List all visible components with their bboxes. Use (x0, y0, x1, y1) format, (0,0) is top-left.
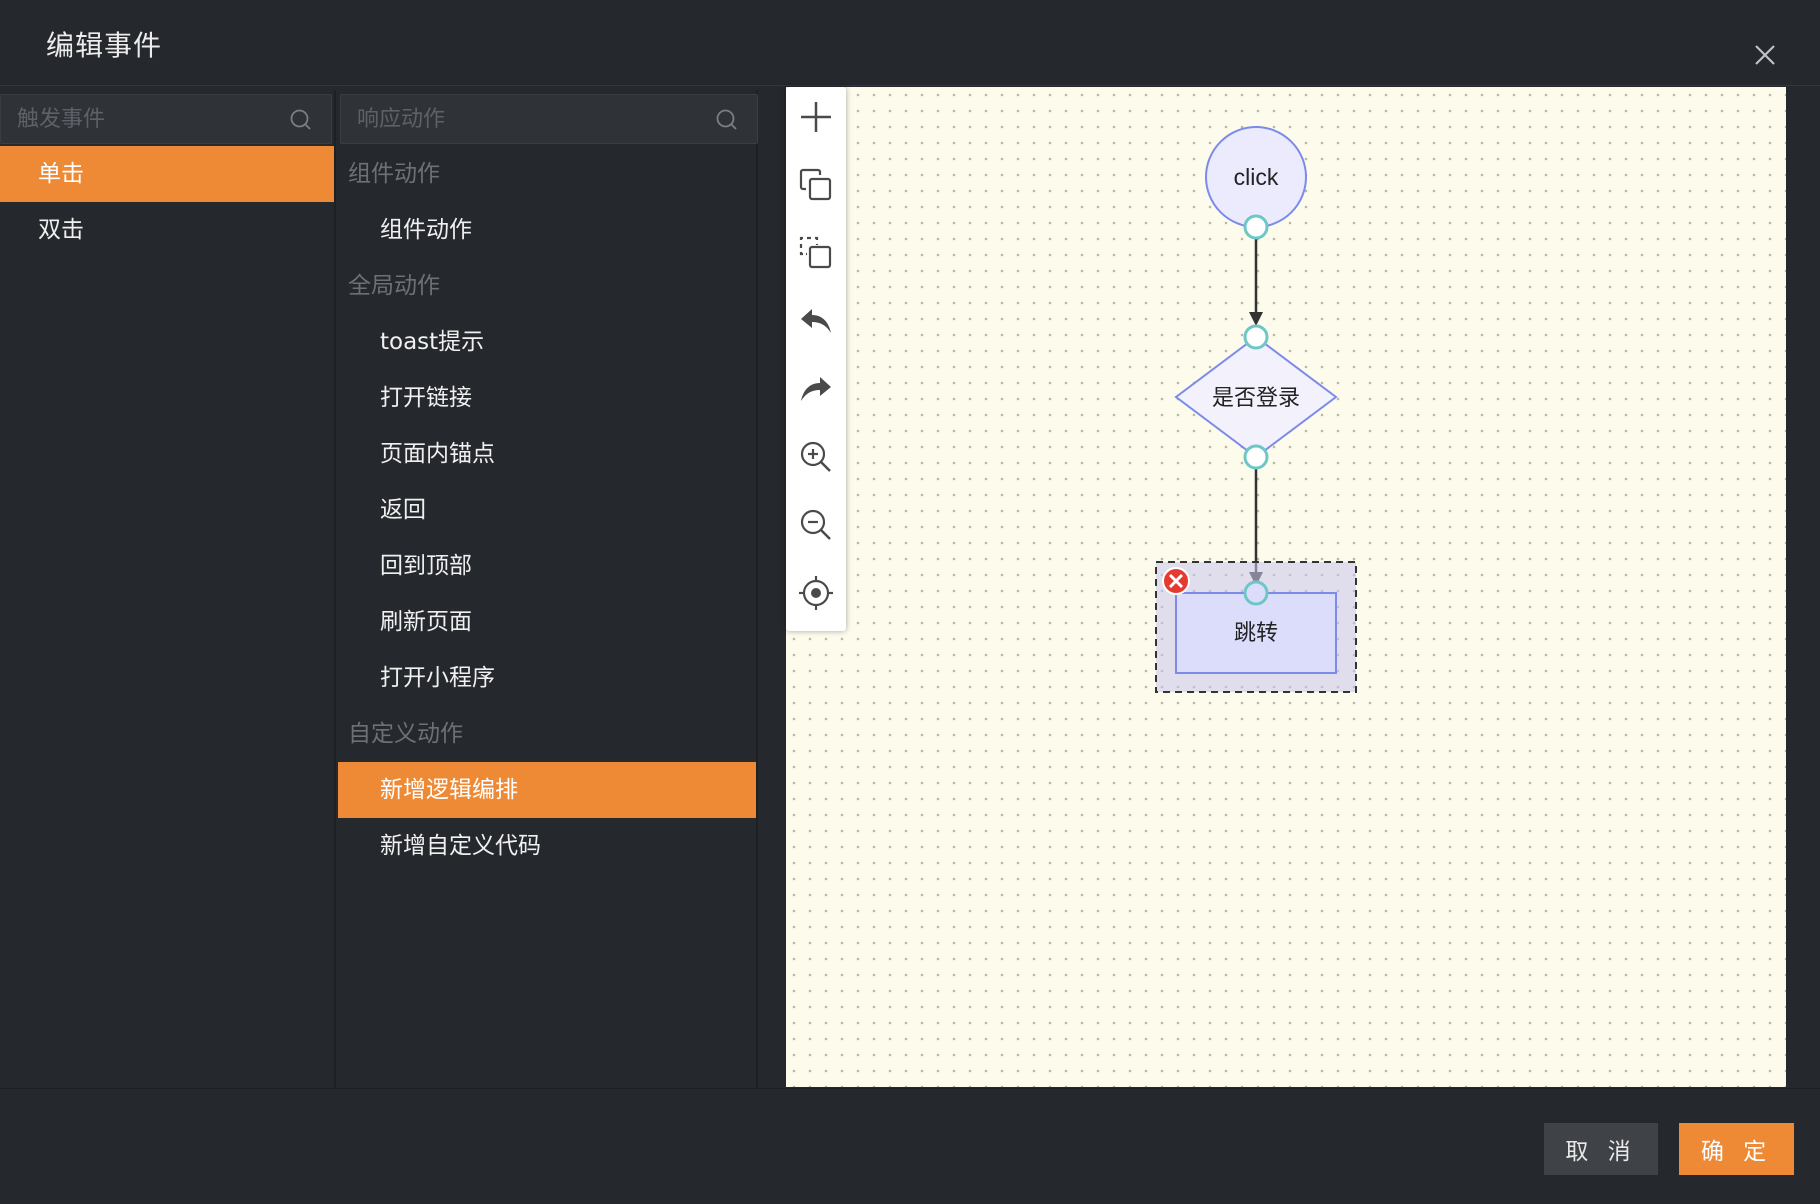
zoom-in-icon (800, 441, 831, 472)
action-item-add-logic-flow[interactable]: 新增逻辑编排 (338, 762, 756, 818)
action-item-toast[interactable]: toast提示 (338, 314, 756, 370)
action-item-go-back[interactable]: 返回 (338, 482, 756, 538)
redo-icon (801, 377, 831, 401)
add-icon (801, 102, 831, 132)
locate-button[interactable] (786, 563, 846, 623)
dialog-title: 编辑事件 (46, 29, 163, 62)
zoom-in-button[interactable] (786, 427, 846, 487)
event-item-single-click[interactable]: 单击 (0, 146, 334, 202)
response-action-list: 组件动作 组件动作 全局动作 toast提示 打开链接 页面内锚点 返回 回到顶… (338, 146, 756, 874)
response-action-search-input[interactable] (341, 95, 757, 143)
action-item-open-mini-program[interactable]: 打开小程序 (338, 650, 756, 706)
search-icon[interactable] (289, 108, 313, 132)
port-action-top[interactable] (1243, 580, 1269, 606)
event-item-double-click[interactable]: 双击 (0, 202, 334, 258)
flow-condition-node[interactable]: 是否登录 (1174, 335, 1338, 459)
locate-icon (799, 576, 833, 610)
paste-button[interactable] (786, 223, 846, 283)
port-start-bottom[interactable] (1243, 214, 1269, 240)
trigger-event-list: 单击 双击 (0, 146, 334, 258)
action-item-component-action[interactable]: 组件动作 (338, 202, 756, 258)
copy-icon (799, 168, 832, 201)
redo-button[interactable] (786, 359, 846, 419)
copy-button[interactable] (786, 155, 846, 215)
group-title-custom-actions: 自定义动作 (348, 721, 463, 747)
start-node-label: click (1234, 164, 1279, 190)
trigger-event-panel: 单击 双击 (0, 90, 336, 1088)
action-item-add-custom-code[interactable]: 新增自定义代码 (338, 818, 756, 874)
paste-icon (799, 236, 832, 269)
group-title-global-actions: 全局动作 (348, 273, 440, 299)
undo-button[interactable] (786, 291, 846, 351)
response-action-search (340, 94, 758, 144)
zoom-out-button[interactable] (786, 495, 846, 555)
action-item-page-anchor[interactable]: 页面内锚点 (338, 426, 756, 482)
canvas-toolbar (786, 87, 846, 631)
dialog-header: 编辑事件 (0, 0, 1820, 86)
condition-node-label: 是否登录 (1212, 386, 1300, 411)
add-node-button[interactable] (786, 87, 846, 147)
trigger-event-search (0, 94, 332, 144)
port-condition-bottom[interactable] (1243, 444, 1269, 470)
search-icon[interactable] (715, 108, 739, 132)
flow-diagram: click 是否登录 跳转 (1155, 126, 1357, 693)
action-item-refresh-page[interactable]: 刷新页面 (338, 594, 756, 650)
action-item-back-to-top[interactable]: 回到顶部 (338, 538, 756, 594)
group-title-component-actions: 组件动作 (348, 161, 440, 187)
response-action-panel: 组件动作 组件动作 全局动作 toast提示 打开链接 页面内锚点 返回 回到顶… (338, 90, 758, 1088)
trigger-event-search-input[interactable] (1, 95, 331, 143)
flow-start-node[interactable]: click (1205, 126, 1307, 228)
zoom-out-icon (800, 509, 831, 540)
cancel-button[interactable]: 取 消 (1544, 1123, 1658, 1175)
confirm-button[interactable]: 确 定 (1679, 1123, 1794, 1175)
action-item-open-link[interactable]: 打开链接 (338, 370, 756, 426)
delete-node-icon[interactable] (1162, 567, 1190, 595)
close-icon[interactable] (1750, 40, 1780, 70)
undo-icon (801, 309, 831, 333)
dialog-footer: 取 消 确 定 (0, 1088, 1820, 1204)
port-condition-top[interactable] (1243, 324, 1269, 350)
action-node-label: 跳转 (1234, 621, 1278, 646)
